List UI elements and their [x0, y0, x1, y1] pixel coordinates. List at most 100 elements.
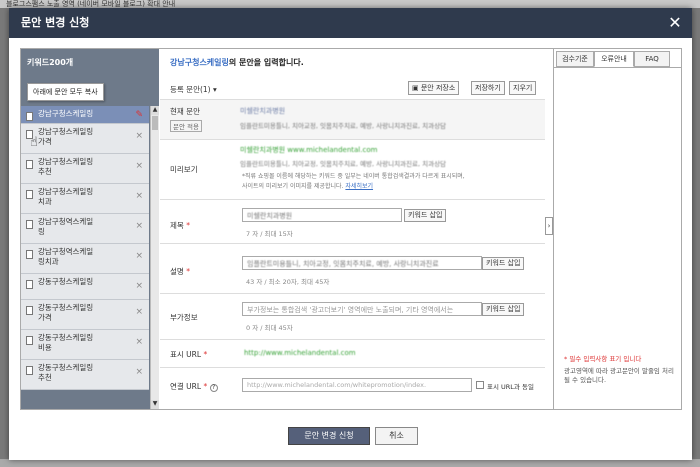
title-row: 제목 * 미쉘란치과병원 키워드 삽입 7 자 / 최대 15자 [160, 199, 545, 243]
close-icon[interactable]: ✕ [666, 14, 684, 32]
copy-toolbar: 등록 문안(1) ▾ ▣ 문안 저장소 저장하기 지우기 [168, 81, 538, 97]
preview-note-2: 사이트의 미리보기 이미지를 제공합니다. 자세히보기 [242, 181, 373, 190]
keyword-list-item[interactable]: 강남구청역스케일 링 × [21, 214, 149, 244]
keyword-count-header: 키워드200개 [27, 58, 74, 67]
copy-storage-label: 문안 저장소 [420, 84, 456, 92]
background-page-bottom [0, 459, 700, 467]
description-label: 설명 * [170, 266, 190, 277]
keyword-list-item[interactable]: 강동구청스케일링 × [21, 274, 149, 300]
expand-panel-icon[interactable]: › [545, 217, 553, 235]
description-insert-keyword-button[interactable]: 키워드 삽입 [482, 257, 525, 270]
document-icon [26, 306, 33, 315]
keyword-label: 강동구청스케일링 가격 [38, 303, 94, 322]
link-url-label-text: 연결 URL [170, 382, 202, 391]
copy-storage-button[interactable]: ▣ 문안 저장소 [408, 81, 460, 95]
save-button[interactable]: 저장하기 [471, 81, 505, 95]
remove-icon[interactable]: × [135, 131, 143, 141]
remove-icon[interactable]: × [135, 221, 143, 231]
copy-all-tooltip[interactable]: 아래에 문안 모두 복사 [27, 83, 104, 101]
keyword-list-item[interactable]: 강남구청역스케일 링치과 × [21, 244, 149, 274]
keyword-list-item[interactable]: 강동구청스케일링 추천 × [21, 360, 149, 390]
help-icon[interactable]: ? [209, 384, 218, 392]
extra-info-label: 부가정보 [170, 313, 198, 322]
description-label-text: 설명 [170, 267, 184, 276]
title-label-text: 제목 [170, 221, 184, 230]
title-insert-keyword-button[interactable]: 키워드 삽입 [404, 209, 447, 222]
tab-faq[interactable]: FAQ [634, 51, 670, 67]
extra-info-placeholder: 부가정보는 통합검색 '광고더보기' 영역에만 노출되며, 기타 영역에서는 [247, 306, 454, 314]
heading-keyword: 강남구청스케일링 [170, 58, 229, 67]
extra-insert-keyword-button[interactable]: 키워드 삽입 [482, 303, 525, 316]
keyword-list-item[interactable]: 강남구청스케일링 가격 × [21, 124, 149, 154]
keyword-label: 강동구청스케일링 비용 [38, 333, 94, 352]
heading-text: 의 문안을 입력합니다. [228, 58, 304, 67]
keyword-list-item[interactable]: 강동구청스케일링 가격 × [21, 300, 149, 330]
preview-label: 미리보기 [170, 165, 198, 174]
guide-notes: * 필수 입력사항 표기 입니다 광고영역에 따라 광고문안이 말줄임 처리될 … [564, 355, 676, 385]
keyword-list-item[interactable]: 강동구청스케일링 비용 × [21, 330, 149, 360]
remove-icon[interactable]: × [135, 307, 143, 317]
link-url-value: http://www.michelandental.com/whitepromo… [247, 381, 427, 389]
keyword-list-item[interactable]: 강남구청스케일링 ✎ [21, 106, 149, 124]
title-char-count: 7 자 / 최대 15자 [246, 230, 293, 238]
copy-edit-panel: 강남구청스케일링의 문안을 입력합니다. 등록 문안(1) ▾ ▣ 문안 저장소… [160, 49, 545, 409]
tab-error-guide[interactable]: 오류안내 [594, 51, 634, 67]
link-url-label: 연결 URL * ? [170, 381, 218, 392]
remove-icon[interactable]: × [135, 367, 143, 377]
keyword-label: 강남구청스케일링 치과 [38, 187, 94, 206]
document-icon [26, 190, 33, 199]
background-page-strip: 블로그스팸스 노출 영역 (네이버 모바일 블로그) 확대 안내 [0, 0, 700, 8]
keyword-label: 강남구청스케일링 [38, 109, 94, 118]
clear-button[interactable]: 지우기 [509, 81, 537, 95]
scroll-up-icon[interactable]: ▲ [151, 106, 159, 115]
scroll-down-icon[interactable]: ▼ [151, 400, 159, 409]
current-copy-row: 현재 문안 문안 적용 미쉘란치과병원 임플란트미용틀니, 치아교정, 잇몸치주… [160, 99, 545, 139]
details-link[interactable]: 자세히보기 [345, 183, 373, 190]
required-note-text: * 필수 입력사항 표기 입니다 [564, 355, 642, 363]
keyword-label: 강동구청스케일링 추천 [38, 363, 94, 382]
submit-change-button[interactable]: 문안 변경 신청 [288, 427, 370, 445]
link-url-input[interactable]: http://www.michelandental.com/whitepromo… [242, 378, 472, 392]
title-label: 제목 * [170, 220, 190, 231]
tab-divider [554, 67, 681, 68]
document-icon [26, 220, 33, 229]
edit-pencil-icon[interactable]: ✎ [135, 110, 143, 120]
same-as-display-url-checkbox[interactable] [476, 381, 484, 389]
document-icon [26, 160, 33, 169]
keyword-list: 강남구청스케일링 ✎ 강남구청스케일링 가격 × 강남구청스케일링 추천 × 강남구청스케일… [21, 106, 149, 409]
cancel-button[interactable]: 취소 [375, 427, 418, 445]
title-input[interactable]: 미쉘란치과병원 [242, 208, 402, 222]
preview-note: *직류 쇼핑몰 이름에 해당하는 키워드 중 일부는 네이버 통합검색결과가 다… [242, 173, 465, 180]
preview-title: 미쉘란치과병원 www.michelandental.com [240, 146, 378, 154]
document-icon [26, 112, 33, 121]
keyword-label: 강동구청스케일링 [38, 277, 94, 286]
display-url-label-text: 표시 URL [170, 350, 202, 359]
remove-icon[interactable]: × [135, 191, 143, 201]
required-mark: * [203, 350, 208, 359]
description-input[interactable]: 임플란트미용틀니, 치아교정, 잇몸치주치료, 예방, 사랑니치과진료 [242, 256, 482, 270]
remove-icon[interactable]: × [135, 161, 143, 171]
keyword-panel: 키워드200개 아래에 문안 모두 복사 강남구청스케일링 ✎ 강남구청스케일링 가… [21, 49, 159, 409]
preview-desc: 임플란트미용틀니, 치아교정, 잇몸치주치료, 예방, 사랑니치과진료, 치과상… [240, 160, 447, 168]
change-copy-dialog: 문안 변경 신청 ✕ 키워드200개 아래에 문안 모두 복사 강남구청스케일링… [9, 8, 692, 460]
scroll-thumb[interactable] [152, 116, 158, 130]
required-mark: * [203, 382, 208, 391]
keyword-list-item[interactable]: 강남구청스케일링 치과 × [21, 184, 149, 214]
document-icon [26, 366, 33, 375]
description-char-count: 43 자 / 최소 20자, 최대 45자 [246, 278, 330, 286]
remove-icon[interactable]: × [135, 281, 143, 291]
description-row: 설명 * 임플란트미용틀니, 치아교정, 잇몸치주치료, 예방, 사랑니치과진료… [160, 243, 545, 293]
tab-review-criteria[interactable]: 검수기준 [556, 51, 594, 67]
extra-info-row: 부가정보 부가정보는 통합검색 '광고더보기' 영역에만 노출되며, 기타 영역… [160, 293, 545, 339]
link-url-row: 연결 URL * ? http://www.michelandental.com… [160, 367, 545, 409]
registered-copy-select[interactable]: 등록 문안(1) ▾ [170, 84, 217, 95]
extra-info-input[interactable]: 부가정보는 통합검색 '광고더보기' 영역에만 노출되며, 기타 영역에서는 [242, 302, 482, 316]
keyword-list-item[interactable]: 강남구청스케일링 추천 × [21, 154, 149, 184]
keyword-list-scrollbar[interactable]: ▲ ▼ [150, 106, 159, 409]
keyword-label: 강남구청역스케일 링치과 [38, 247, 94, 266]
truncation-note: 광고영역에 따라 광고문안이 말줄임 처리될 수 있습니다. [564, 367, 674, 384]
copy-applied-tag: 문안 적용 [170, 120, 202, 132]
remove-icon[interactable]: × [135, 251, 143, 261]
required-mark: * [186, 221, 190, 230]
remove-icon[interactable]: × [135, 337, 143, 347]
